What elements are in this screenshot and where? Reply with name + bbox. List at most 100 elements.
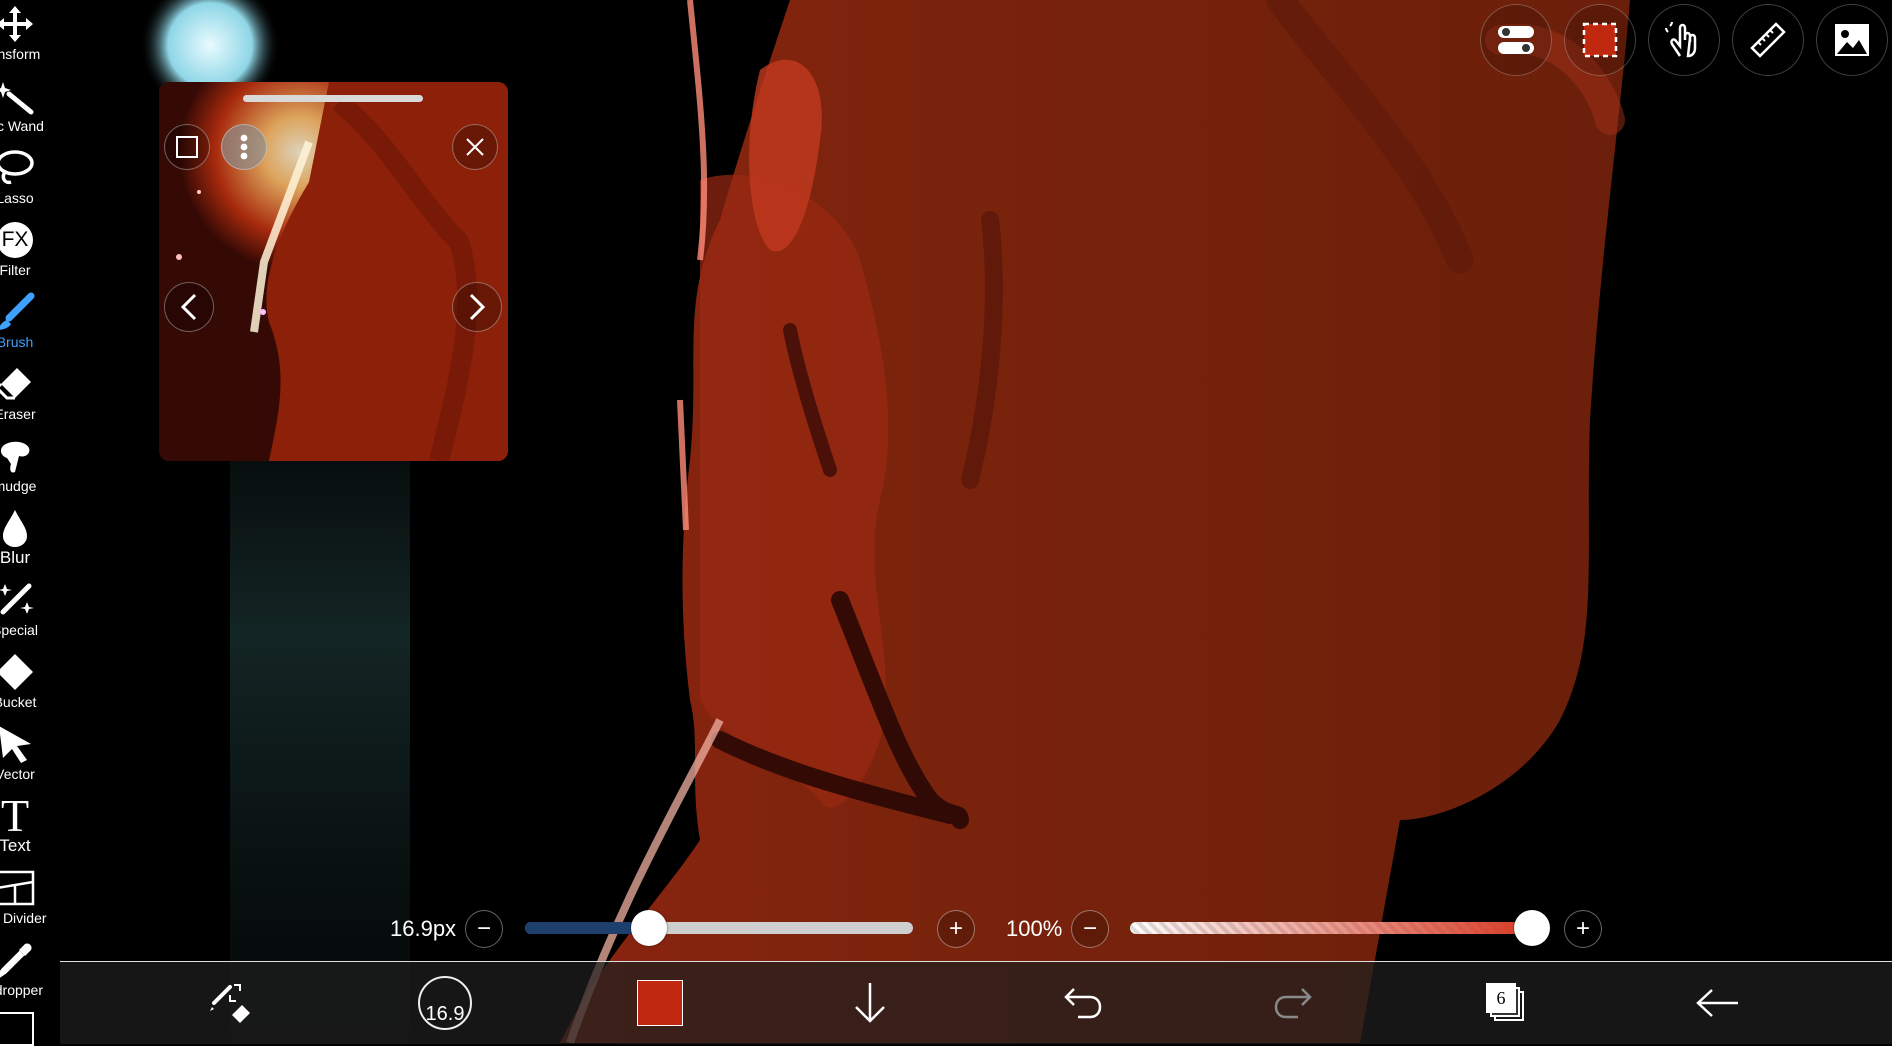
tool-frame-divider[interactable]: ne Divider [0, 866, 60, 938]
brush-size-icon: 16.9 [418, 976, 472, 1030]
reference-menu-button[interactable] [221, 124, 267, 170]
ruler-button[interactable] [1732, 4, 1804, 76]
brush-eraser-swap-icon [210, 984, 250, 1023]
text-icon: T [0, 790, 30, 841]
next-icon [469, 293, 486, 321]
drop-icon [0, 506, 39, 550]
tool-label: ansform [0, 46, 41, 62]
lasso-icon [0, 146, 39, 190]
back-button[interactable] [1688, 962, 1748, 1044]
selection-icon [1582, 22, 1618, 58]
bucket-icon [0, 650, 39, 694]
tool-label: mudge [0, 478, 37, 494]
reference-next-button[interactable] [452, 282, 502, 332]
brush-size-thumb[interactable] [631, 910, 668, 946]
redo-button[interactable] [1264, 962, 1324, 1044]
toggle-settings-button[interactable] [1480, 4, 1552, 76]
fx-icon: FX [0, 218, 39, 262]
tool-special[interactable]: Special [0, 578, 60, 650]
layers-button[interactable]: 6 [1476, 962, 1536, 1044]
sparkle-brush-icon [0, 578, 39, 622]
touch-gesture-button[interactable] [1648, 4, 1720, 76]
tool-label: Blur [0, 548, 31, 567]
tool-vector[interactable]: Vector [0, 722, 60, 794]
eraser-icon [0, 362, 39, 406]
layers-icon: 6 [1486, 983, 1526, 1023]
selection-button[interactable] [1564, 4, 1636, 76]
undo-button[interactable] [1052, 962, 1112, 1044]
tool-label: gic Wand [0, 118, 44, 134]
tool-transform[interactable]: ansform [0, 2, 60, 74]
tool-lasso[interactable]: Lasso [0, 146, 60, 218]
save-button[interactable] [840, 962, 900, 1044]
opacity-value: 100% [1006, 916, 1063, 941]
tool-label: Eraser [0, 406, 36, 422]
download-icon [855, 983, 885, 1023]
brush-eraser-swap-button[interactable] [200, 962, 260, 1044]
opacity-decrease-button[interactable]: − [1071, 910, 1109, 948]
opacity-increase-button[interactable]: + [1564, 910, 1602, 948]
frame-divider-icon [0, 866, 39, 910]
tool-label: Special [0, 622, 38, 638]
layers-count: 6 [1486, 983, 1516, 1013]
tool-eraser[interactable]: Eraser [0, 362, 60, 434]
tool-label: Lasso [0, 190, 34, 206]
close-icon [466, 138, 484, 156]
plus-icon: + [948, 915, 963, 942]
reference-window[interactable] [159, 82, 508, 461]
ruler-icon [1750, 22, 1786, 58]
image-reference-button[interactable] [1816, 4, 1888, 76]
brush-size-slider[interactable] [525, 922, 913, 934]
bottom-toolbar: 16.9 6 [60, 961, 1892, 1044]
color-button[interactable] [630, 962, 690, 1044]
brush-size-increase-button[interactable]: + [937, 910, 975, 948]
vector-arrow-icon [0, 722, 39, 766]
square-icon [176, 136, 198, 158]
image-icon [1835, 24, 1869, 56]
tool-label: Bucket [0, 694, 37, 710]
reference-crop-button[interactable] [164, 124, 210, 170]
magic-wand-icon [0, 74, 39, 118]
previous-icon [180, 293, 197, 321]
back-icon [1696, 989, 1738, 1017]
brush-icon [0, 290, 39, 334]
tool-label: Brush [0, 334, 34, 350]
move-arrows-icon [0, 2, 39, 46]
tool-blur[interactable]: Blur [0, 506, 60, 578]
more-icon [240, 134, 248, 160]
reference-close-button[interactable] [452, 124, 498, 170]
redo-icon [1274, 988, 1312, 1019]
tool-magic-wand[interactable]: gic Wand [0, 74, 60, 146]
tool-label: Filter [0, 262, 31, 278]
toggle-icon [1498, 26, 1534, 54]
minus-icon: − [476, 915, 491, 942]
tool-smudge[interactable]: mudge [0, 434, 60, 506]
tool-eyedropper[interactable]: edropper [0, 938, 60, 1010]
tool-label: Vector [0, 766, 35, 782]
more-tools-icon[interactable] [0, 1012, 34, 1046]
opacity-slider[interactable] [1130, 922, 1532, 934]
eyedropper-icon [0, 938, 39, 982]
tool-label: ne Divider [0, 910, 47, 926]
brush-size-value: 16.9px [390, 916, 457, 941]
minus-icon: − [1082, 915, 1097, 942]
tool-label: edropper [0, 982, 44, 998]
opacity-thumb[interactable] [1514, 910, 1550, 946]
tool-filter[interactable]: FX Filter [0, 218, 60, 290]
brush-size-preview-label: 16.9 [425, 1003, 465, 1025]
tool-bucket[interactable]: Bucket [0, 650, 60, 722]
smudge-icon [0, 434, 39, 478]
opacity-fill [1130, 922, 1532, 934]
undo-icon [1064, 988, 1102, 1019]
tool-brush[interactable]: Brush [0, 290, 60, 362]
brush-size-button[interactable]: 16.9 [410, 962, 480, 1044]
drag-handle[interactable] [243, 95, 423, 102]
plus-icon: + [1575, 915, 1590, 942]
tool-sidebar: ansform gic Wand Lasso FX Filter Brush E… [0, 0, 60, 1046]
tool-label: Text [0, 836, 31, 855]
reference-previous-button[interactable] [164, 282, 214, 332]
touch-icon [1665, 21, 1697, 58]
color-swatch-icon [637, 980, 683, 1026]
brush-size-decrease-button[interactable]: − [465, 910, 503, 948]
tool-text[interactable]: T Text [0, 790, 60, 866]
